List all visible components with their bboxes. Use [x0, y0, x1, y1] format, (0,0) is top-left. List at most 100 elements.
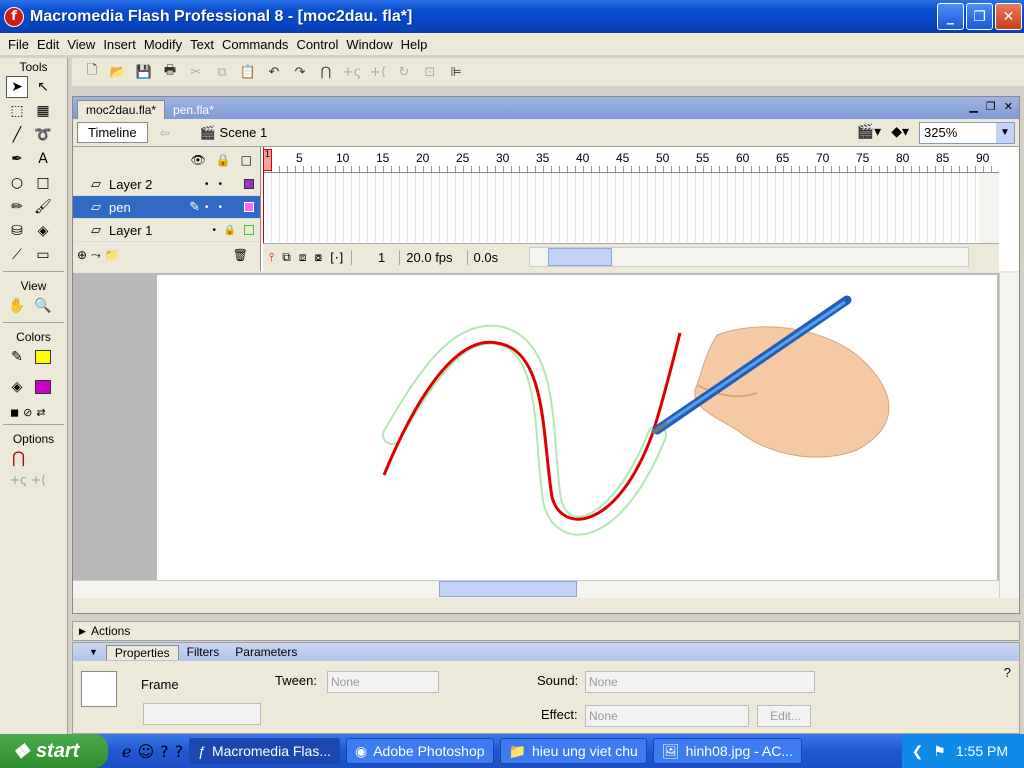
task-folder[interactable]: 📁 hieu ung viet chu — [499, 738, 647, 764]
stroke-color-swatch[interactable] — [32, 346, 54, 368]
paste-icon[interactable]: 📋 — [238, 62, 258, 82]
tab-parameters[interactable]: Parameters — [227, 645, 305, 659]
tab-filters[interactable]: Filters — [179, 645, 228, 659]
help-icon[interactable]: ? — [175, 742, 184, 761]
undo-icon[interactable]: ↶ — [264, 62, 284, 82]
edit-button[interactable]: Edit... — [757, 705, 811, 727]
menu-insert[interactable]: Insert — [99, 37, 140, 52]
layer-color-box[interactable] — [244, 179, 254, 189]
eye-icon[interactable]: 👁 — [190, 153, 205, 167]
snap-magnet-icon[interactable]: ⋂ — [0, 448, 67, 467]
rotate-skew-icon[interactable]: ↻ — [394, 62, 414, 82]
text-tool-icon[interactable]: A — [32, 148, 54, 170]
doc-tab-moc2dau[interactable]: moc2dau.fla* — [77, 100, 166, 119]
stage-canvas[interactable] — [157, 275, 997, 593]
new-file-icon[interactable]: 🗋 — [82, 62, 102, 82]
tray-app-icon[interactable]: ⚑ — [933, 743, 946, 760]
messenger-icon[interactable]: ☺ — [137, 742, 154, 761]
onion-outline-icon[interactable]: ⧈ — [299, 250, 307, 265]
sound-select[interactable]: None — [585, 671, 815, 693]
ie-icon[interactable]: ℯ — [122, 742, 131, 761]
menu-modify[interactable]: Modify — [140, 37, 186, 52]
zoom-select[interactable]: 325% ▼ — [919, 122, 1015, 144]
scene-label[interactable]: 🎬 Scene 1 — [200, 125, 268, 141]
doc-restore-icon[interactable]: ❐ — [986, 100, 996, 113]
playhead-marker[interactable]: 1 — [263, 149, 272, 171]
layer-visibility-dots[interactable]: •• — [205, 179, 232, 190]
ink-bottle-tool-icon[interactable]: ⛁ — [6, 220, 28, 242]
align-icon[interactable]: ⊫ — [446, 62, 466, 82]
frame-grid[interactable] — [263, 173, 999, 242]
onion-skin-icon[interactable]: ⧉ — [282, 250, 291, 265]
snap-to-objects-icon[interactable]: ⋂ — [316, 62, 336, 82]
menu-text[interactable]: Text — [186, 37, 218, 52]
menu-help[interactable]: Help — [397, 37, 432, 52]
stage-horizontal-scrollbar[interactable] — [73, 580, 999, 598]
redo-icon[interactable]: ↷ — [290, 62, 310, 82]
print-icon[interactable]: 🖶 — [160, 62, 180, 82]
pen-tool-icon[interactable]: ✒ — [6, 148, 28, 170]
collapse-arrow-icon[interactable]: ▼ — [81, 647, 106, 657]
chevron-down-icon[interactable]: ▼ — [996, 123, 1014, 143]
back-arrow-icon[interactable]: ⇦ — [160, 126, 170, 140]
doc-close-icon[interactable]: ✕ — [1004, 100, 1013, 113]
center-frame-icon[interactable]: ⫯ — [269, 250, 274, 265]
expand-arrow-icon[interactable]: ▶ — [79, 622, 86, 640]
eraser-tool-icon[interactable]: ▭ — [32, 244, 54, 266]
tray-expand-icon[interactable]: ❮ — [912, 743, 924, 760]
doc-tab-pen[interactable]: pen.fla* — [165, 101, 222, 119]
doc-minimize-icon[interactable]: ▁ — [969, 100, 977, 113]
menu-control[interactable]: Control — [292, 37, 342, 52]
task-acdsee[interactable]: 🖼 hinh08.jpg - AC... — [652, 738, 803, 764]
start-button[interactable]: ❖ start — [0, 734, 108, 768]
scroll-thumb[interactable] — [439, 581, 577, 597]
lock-icon[interactable]: 🔒 — [216, 153, 231, 167]
oval-tool-icon[interactable]: ○ — [6, 172, 28, 194]
menu-edit[interactable]: Edit — [33, 37, 63, 52]
layer-row[interactable]: ▱ Layer 2 •• — [73, 173, 260, 196]
restore-button[interactable]: ❐ — [966, 3, 993, 30]
menu-view[interactable]: View — [63, 37, 99, 52]
no-color-icon[interactable]: ⊘ — [23, 406, 32, 419]
minimize-button[interactable]: _ — [937, 3, 964, 30]
eyedropper-tool-icon[interactable]: ⟋ — [6, 244, 28, 266]
task-flash[interactable]: ƒ Macromedia Flas... — [189, 738, 340, 764]
frame-rate[interactable]: 20.0 fps — [399, 250, 458, 265]
flash-app-icon[interactable]: f — [4, 6, 24, 27]
cut-icon[interactable]: ✂ — [186, 62, 206, 82]
layer-color-box[interactable] — [244, 225, 254, 235]
layer-color-box[interactable] — [244, 202, 254, 212]
menu-window[interactable]: Window — [342, 37, 396, 52]
actions-panel-bar[interactable]: ▶ Actions — [72, 621, 1020, 641]
effect-select[interactable]: None — [585, 705, 749, 727]
delete-layer-icon[interactable]: 🗑 — [233, 248, 248, 262]
outline-icon[interactable]: □ — [241, 153, 252, 167]
brush-tool-icon[interactable]: 🖌 — [32, 196, 54, 218]
edit-scene-icon[interactable]: 🎬▾ — [857, 124, 881, 140]
edit-multiple-frames-icon[interactable]: ⧇ — [314, 250, 322, 265]
help-icon[interactable]: ? — [1004, 665, 1011, 680]
swap-colors-icon[interactable]: ⇄ — [36, 406, 45, 419]
stage-vertical-scrollbar[interactable] — [999, 273, 1019, 598]
gradient-transform-tool-icon[interactable]: ▦ — [32, 100, 54, 122]
black-white-icon[interactable]: ◼ — [10, 406, 19, 419]
selection-tool-icon[interactable]: ➤ — [6, 76, 28, 98]
edit-symbols-icon[interactable]: ◆▾ — [891, 124, 909, 140]
copy-icon[interactable]: ⧉ — [212, 62, 232, 82]
line-tool-icon[interactable]: ╱ — [6, 124, 28, 146]
straighten-icon[interactable]: +⟨ — [368, 62, 388, 82]
timeline-horizontal-scrollbar[interactable] — [529, 247, 969, 267]
hand-tool-icon[interactable]: ✋ — [6, 295, 28, 317]
menu-file[interactable]: File — [4, 37, 33, 52]
layer-dot[interactable]: • — [212, 225, 216, 236]
smooth-icon[interactable]: +ς — [342, 62, 362, 82]
frame-name-input[interactable] — [143, 703, 261, 725]
rectangle-tool-icon[interactable]: □ — [32, 172, 54, 194]
add-motion-guide-icon[interactable]: ⤳ — [91, 248, 101, 263]
scroll-thumb[interactable] — [548, 248, 612, 266]
subselection-tool-icon[interactable]: ↖ — [32, 76, 54, 98]
layer-row[interactable]: ▱ pen ✎ •• — [73, 196, 260, 219]
scale-icon[interactable]: ⊡ — [420, 62, 440, 82]
layer-locked-icon[interactable]: 🔒 — [224, 225, 236, 236]
layer-visibility-dots[interactable]: •• — [205, 202, 232, 213]
